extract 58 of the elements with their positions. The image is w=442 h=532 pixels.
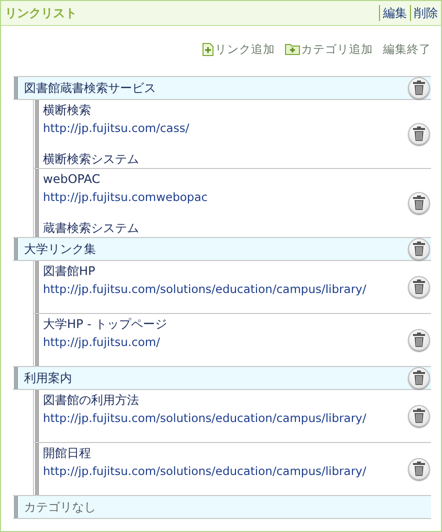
category-name: 図書館蔵書検索サービス bbox=[24, 80, 157, 96]
toolbar-link[interactable]: リンク追加 bbox=[202, 42, 275, 56]
link-title: 大学HP - トップページ bbox=[43, 316, 168, 333]
drag-handle-icon[interactable] bbox=[35, 314, 39, 366]
category-header[interactable]: カテゴリなし bbox=[13, 495, 431, 519]
link-title: 図書館の利用方法 bbox=[43, 392, 140, 409]
drag-handle-icon[interactable] bbox=[35, 100, 39, 168]
link-url[interactable]: http://jp.fujitsu.com/solutions/education/campus/library/ bbox=[43, 462, 408, 480]
category-header[interactable]: 図書館蔵書検索サービス bbox=[13, 76, 431, 100]
delete-button[interactable] bbox=[408, 77, 430, 99]
delete-button[interactable] bbox=[408, 238, 430, 260]
add-folder-icon bbox=[285, 43, 300, 55]
drag-handle-icon[interactable] bbox=[35, 169, 39, 237]
link-title: 開館日程 bbox=[43, 445, 92, 462]
trash-icon bbox=[412, 461, 426, 477]
delete-button[interactable] bbox=[408, 276, 430, 298]
category-name: 大学リンク集 bbox=[24, 240, 97, 258]
trash-icon bbox=[412, 80, 426, 96]
category-name: 利用案内 bbox=[24, 370, 73, 386]
toolbar-link[interactable]: 編集終了 bbox=[383, 42, 431, 56]
header-link[interactable]: 削除 bbox=[410, 5, 441, 21]
link-url[interactable]: http://jp.fujitsu.com/solutions/education/campus/library/ bbox=[43, 409, 408, 427]
link-title: 横断検索 bbox=[43, 102, 92, 119]
link-title: 図書館HP bbox=[43, 263, 96, 280]
trash-icon bbox=[412, 332, 426, 348]
link-title: webOPAC bbox=[43, 171, 102, 188]
drag-handle-icon[interactable] bbox=[35, 390, 39, 442]
drag-handle-icon[interactable] bbox=[35, 443, 39, 495]
trash-icon bbox=[412, 126, 426, 142]
delete-button[interactable] bbox=[408, 458, 430, 480]
panel-title: リンクリスト bbox=[5, 4, 77, 22]
drag-handle-icon[interactable] bbox=[14, 238, 18, 260]
drag-handle-icon[interactable] bbox=[14, 77, 18, 99]
link-description: 蔵書検索システム bbox=[43, 220, 140, 237]
delete-button[interactable] bbox=[408, 329, 430, 351]
category-name: カテゴリなし bbox=[24, 498, 97, 516]
trash-icon bbox=[412, 241, 426, 257]
delete-button[interactable] bbox=[408, 405, 430, 427]
header-link[interactable]: 編集 bbox=[379, 5, 410, 21]
category-header[interactable]: 大学リンク集 bbox=[13, 237, 431, 261]
drag-handle-icon[interactable] bbox=[14, 496, 18, 518]
add-page-icon bbox=[202, 42, 214, 56]
trash-icon bbox=[412, 279, 426, 295]
delete-button[interactable] bbox=[408, 192, 430, 214]
drag-handle-icon[interactable] bbox=[35, 261, 39, 313]
toolbar-link[interactable]: カテゴリ追加 bbox=[285, 42, 373, 56]
delete-button[interactable] bbox=[408, 123, 430, 145]
link-url[interactable]: http://jp.fujitsu.com/cass/ bbox=[43, 119, 408, 137]
link-description: 横断検索システム bbox=[43, 151, 140, 168]
trash-icon bbox=[412, 370, 426, 386]
delete-button[interactable] bbox=[408, 367, 430, 389]
trash-icon bbox=[412, 408, 426, 424]
link-url[interactable]: http://jp.fujitsu.com/solutions/education/campus/library/ bbox=[43, 280, 408, 298]
link-url[interactable]: http://jp.fujitsu.com/ bbox=[43, 333, 408, 351]
link-url[interactable]: http://jp.fujitsu.comwebopac bbox=[43, 188, 408, 206]
trash-icon bbox=[412, 195, 426, 211]
category-header[interactable]: 利用案内 bbox=[13, 366, 431, 390]
drag-handle-icon[interactable] bbox=[14, 367, 18, 389]
